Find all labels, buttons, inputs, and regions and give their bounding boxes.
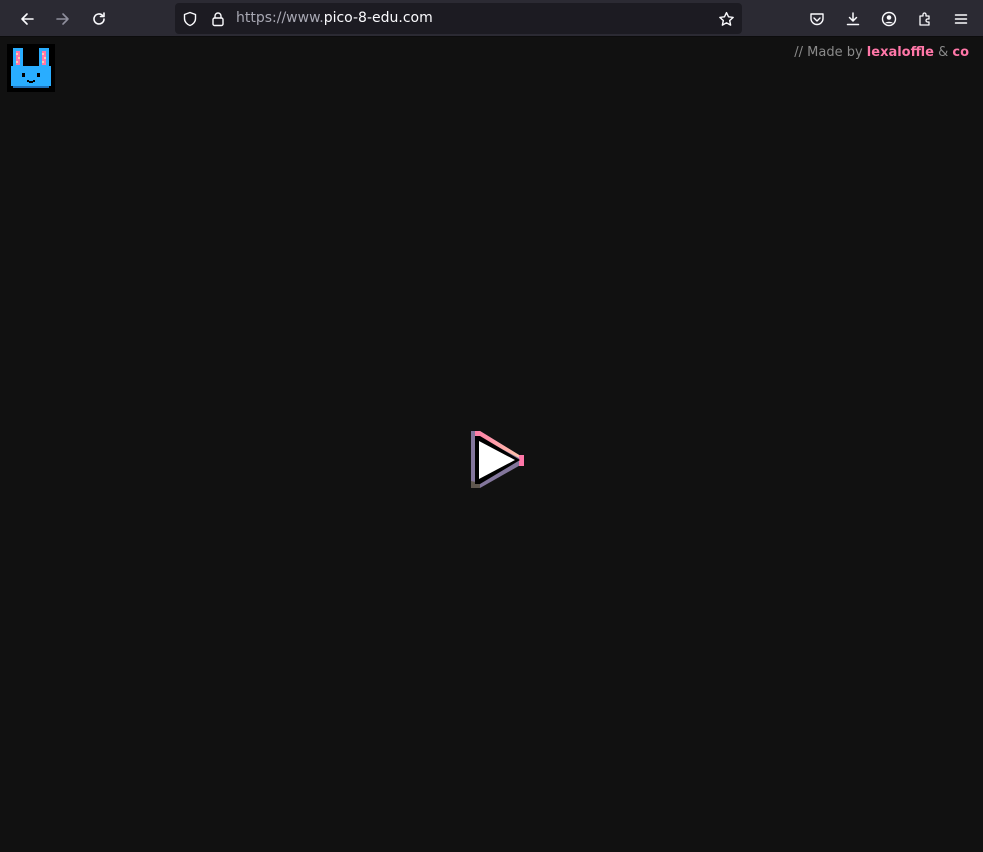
lock-icon <box>212 12 224 27</box>
pixel-bunny-logo[interactable] <box>7 44 55 92</box>
play-button-icon <box>471 431 524 488</box>
downloads-button[interactable] <box>838 4 868 34</box>
forward-arrow-icon <box>56 13 69 25</box>
credits-prefix: // Made by <box>794 45 867 60</box>
puzzle-icon <box>919 12 930 26</box>
bookmark-button[interactable] <box>711 4 741 34</box>
author-link[interactable]: lexaloffle <box>867 45 934 60</box>
back-button[interactable] <box>12 4 42 34</box>
credits-separator: & <box>933 45 953 60</box>
back-arrow-icon <box>21 13 34 25</box>
account-button[interactable] <box>874 4 904 34</box>
url-text[interactable]: https://www.pico-8-edu.com <box>236 10 433 26</box>
account-icon <box>881 11 897 27</box>
shield-icon <box>183 11 197 27</box>
reload-button[interactable] <box>84 4 114 34</box>
star-icon <box>718 11 734 26</box>
hamburger-menu-icon <box>954 14 968 24</box>
url-host: pico-8-edu.com <box>323 10 433 26</box>
credits-line: // Made by lexaloffle & co <box>794 45 969 61</box>
site-security-button[interactable] <box>203 4 233 34</box>
download-icon <box>846 12 860 26</box>
extensions-button[interactable] <box>910 4 940 34</box>
menu-button[interactable] <box>946 4 976 34</box>
play-button[interactable] <box>467 429 527 489</box>
tracking-protection-button[interactable] <box>175 4 205 34</box>
pocket-button[interactable] <box>802 4 832 34</box>
bunny-icon <box>7 44 55 92</box>
pocket-icon <box>810 13 824 26</box>
reload-icon <box>93 12 105 25</box>
forward-button[interactable] <box>48 4 78 34</box>
browser-toolbar: https://www.pico-8-edu.com <box>0 0 983 37</box>
coauthor-link[interactable]: co <box>952 45 969 60</box>
url-scheme: https://www. <box>236 10 324 26</box>
url-bar[interactable]: https://www.pico-8-edu.com <box>175 3 742 34</box>
page-content: // Made by lexaloffle & co <box>0 37 983 852</box>
